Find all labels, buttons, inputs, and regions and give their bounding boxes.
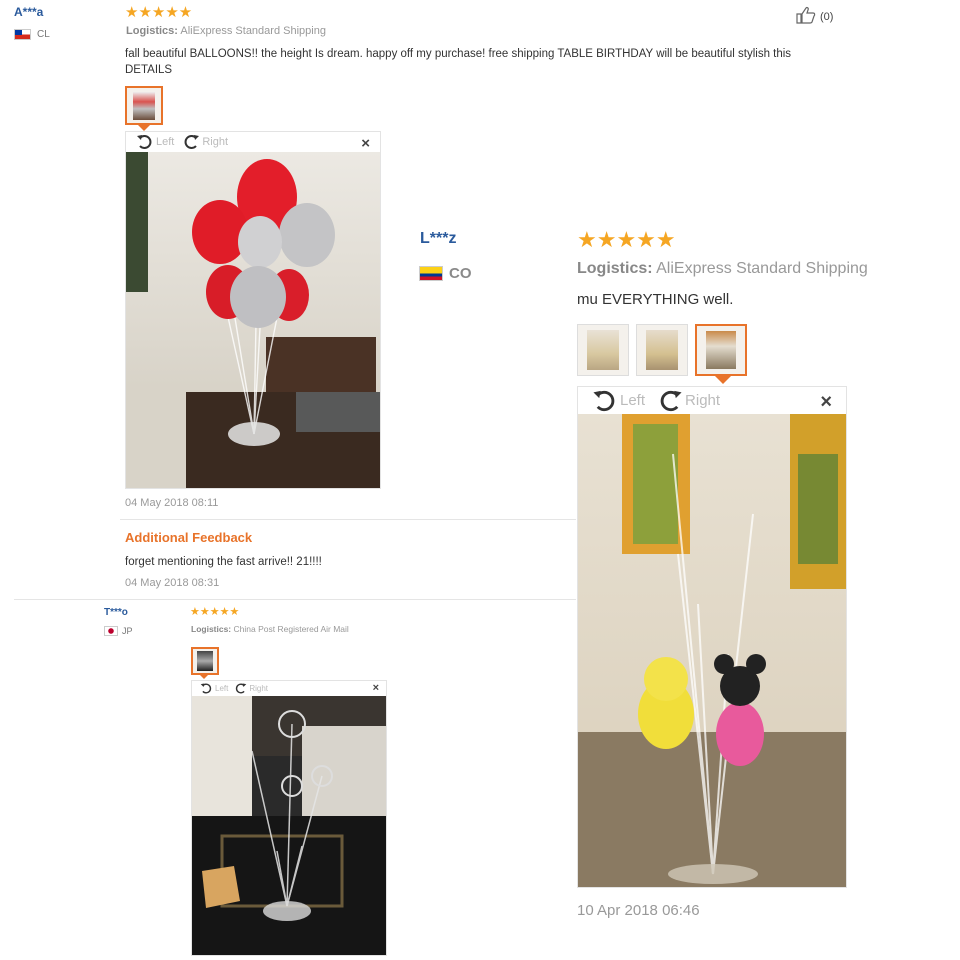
rotate-left-icon	[593, 390, 615, 411]
rating-stars: ★★★★★	[125, 4, 193, 21]
logistics-value: China Post Registered Air Mail	[233, 624, 349, 634]
additional-feedback-title: Additional Feedback	[125, 530, 253, 545]
logistics-value: AliExpress Standard Shipping	[180, 25, 326, 37]
viewer-toolbar: Left Right	[578, 387, 846, 414]
country-code: CO	[449, 265, 472, 282]
divider	[14, 599, 576, 600]
country-code: JP	[122, 626, 133, 636]
reviewer-country: CL	[14, 29, 50, 40]
flag-icon	[104, 626, 118, 636]
rotate-right-button[interactable]: Right	[234, 682, 268, 695]
rotate-left-label: Left	[620, 392, 646, 409]
rotate-left-button[interactable]: Left	[592, 388, 645, 414]
thumbnail-caret	[715, 376, 731, 384]
rotate-left-icon	[200, 683, 212, 694]
rotate-left-button[interactable]: Left	[136, 133, 174, 151]
close-icon[interactable]: ×	[373, 682, 379, 694]
reviewer-name[interactable]: T***o	[104, 607, 128, 618]
viewer-toolbar: Left Right	[192, 681, 386, 696]
flag-icon	[14, 29, 31, 40]
rating-stars: ★★★★★	[577, 227, 676, 252]
rotate-right-icon	[184, 135, 200, 149]
country-code: CL	[37, 29, 50, 40]
close-icon[interactable]: ×	[820, 391, 832, 414]
like-button[interactable]: (0)	[795, 6, 833, 27]
photo-viewer: Left Right ×	[191, 680, 387, 956]
rotate-right-label: Right	[685, 392, 721, 409]
review-photo-thumbnail[interactable]	[125, 86, 163, 125]
divider	[120, 519, 576, 520]
photo-viewer: Left Right ×	[125, 131, 381, 489]
close-icon[interactable]: ×	[361, 135, 370, 152]
viewer-toolbar: Left Right	[126, 132, 380, 152]
rotate-right-icon	[660, 390, 682, 411]
logistics-label: Logistics:	[126, 25, 178, 37]
logistics-info: Logistics: AliExpress Standard Shipping	[577, 260, 868, 278]
review-photo	[192, 696, 386, 955]
feedback-text: mu EVERYTHING well.	[577, 291, 734, 308]
rotate-right-label: Right	[249, 684, 269, 693]
review-date: 10 Apr 2018 06:46	[577, 902, 700, 919]
reviewer-country: CO	[419, 265, 472, 282]
rotate-left-label: Left	[156, 136, 175, 148]
rotate-right-label: Right	[202, 136, 229, 148]
additional-feedback-date: 04 May 2018 08:31	[125, 577, 220, 589]
thumbs-up-icon	[795, 6, 817, 27]
review-photo-thumbnail[interactable]	[191, 647, 219, 675]
rotate-left-button[interactable]: Left	[200, 682, 228, 695]
review-photo-thumbnail[interactable]	[577, 324, 629, 376]
thumbnail-caret	[200, 675, 208, 679]
logistics-info: Logistics: China Post Registered Air Mai…	[191, 624, 349, 634]
reviewer-name[interactable]: L***z	[420, 230, 456, 248]
rotate-right-button[interactable]: Right	[182, 133, 228, 151]
photo-viewer: Left Right ×	[577, 386, 847, 888]
rotate-right-icon	[236, 683, 247, 694]
feedback-text: fall beautiful BALLOONS!! the height Is …	[125, 48, 792, 76]
logistics-info: Logistics: AliExpress Standard Shipping	[126, 25, 326, 37]
rotate-left-icon	[137, 135, 152, 149]
logistics-label: Logistics:	[191, 624, 232, 634]
review-photo	[126, 152, 380, 488]
flag-icon	[419, 266, 443, 281]
rotate-left-label: Left	[215, 684, 229, 693]
review-photo-thumbnail[interactable]	[695, 324, 747, 376]
review-date: 04 May 2018 08:11	[125, 497, 219, 509]
like-count: (0)	[820, 10, 834, 23]
rating-stars: ★★★★★	[190, 606, 240, 618]
review-photo-thumbnail[interactable]	[636, 324, 688, 376]
review-photo	[578, 414, 846, 887]
rotate-right-button[interactable]: Right	[657, 388, 720, 414]
reviewer-country: JP	[104, 626, 133, 636]
logistics-value: AliExpress Standard Shipping	[656, 260, 868, 277]
logistics-label: Logistics:	[577, 260, 653, 277]
reviewer-name[interactable]: A***a	[14, 5, 43, 19]
additional-feedback-text: forget mentioning the fast arrive!! 21!!…	[125, 556, 322, 568]
